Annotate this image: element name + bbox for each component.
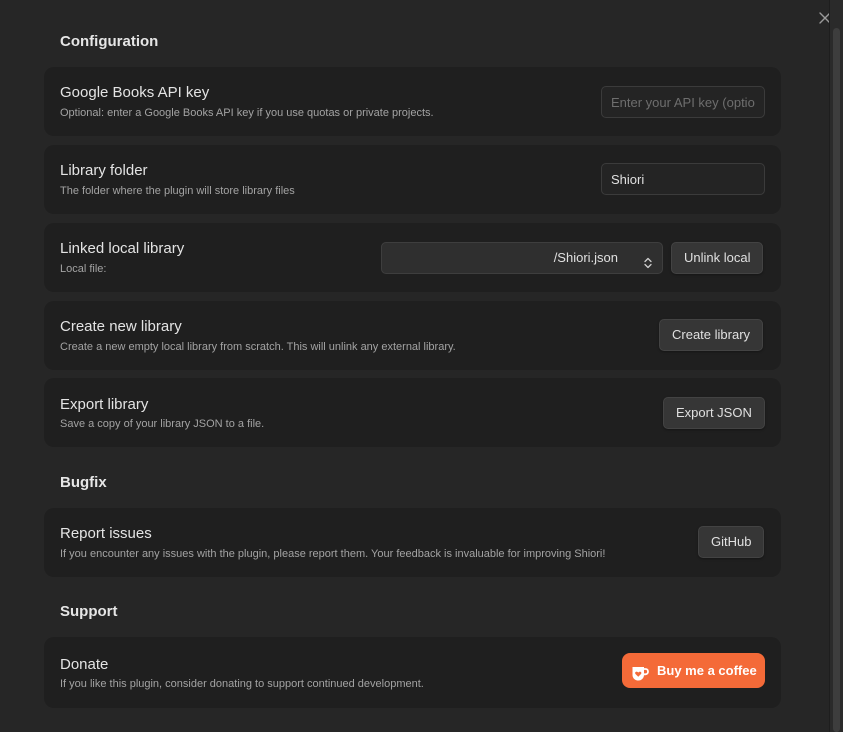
setting-name: Library folder bbox=[60, 162, 148, 179]
linked-library-select[interactable]: /Shiori.json bbox=[381, 242, 663, 274]
coffee-button-label: Buy me a coffee bbox=[657, 663, 757, 678]
setting-api-key: Google Books API key Optional: enter a G… bbox=[44, 67, 781, 136]
select-value: /Shiori.json bbox=[553, 250, 618, 265]
unlink-local-button[interactable]: Unlink local bbox=[671, 242, 764, 274]
setting-report-issues: Report issues If you encounter any issue… bbox=[44, 508, 781, 577]
setting-description: Optional: enter a Google Books API key i… bbox=[60, 107, 434, 119]
setting-name: Report issues bbox=[60, 525, 152, 542]
setting-name: Create new library bbox=[60, 318, 182, 335]
setting-donate: Donate If you like this plugin, consider… bbox=[44, 637, 781, 708]
buy-me-a-coffee-button[interactable]: Buy me a coffee bbox=[622, 653, 765, 688]
create-library-button[interactable]: Create library bbox=[659, 319, 764, 351]
setting-description: If you encounter any issues with the plu… bbox=[60, 548, 606, 560]
api-key-input[interactable] bbox=[601, 86, 765, 118]
settings-page: Configuration Google Books API key Optio… bbox=[0, 0, 843, 732]
setting-name: Export library bbox=[60, 396, 149, 413]
library-folder-input[interactable] bbox=[601, 163, 765, 195]
github-button[interactable]: GitHub bbox=[698, 526, 765, 558]
setting-export-library: Export library Save a copy of your libra… bbox=[44, 378, 781, 447]
scrollbar[interactable] bbox=[829, 0, 843, 732]
section-title-bugfix: Bugfix bbox=[60, 474, 107, 491]
setting-description: Save a copy of your library JSON to a fi… bbox=[60, 418, 265, 430]
section-title-configuration: Configuration bbox=[60, 33, 159, 50]
setting-description: Local file: bbox=[60, 263, 107, 275]
setting-description: If you like this plugin, consider donati… bbox=[60, 678, 424, 690]
setting-description: Create a new empty local library from sc… bbox=[60, 341, 456, 353]
scrollbar-thumb[interactable] bbox=[833, 28, 840, 732]
setting-name: Google Books API key bbox=[60, 84, 210, 101]
setting-library-folder: Library folder The folder where the plug… bbox=[44, 145, 781, 214]
setting-name: Donate bbox=[60, 656, 109, 673]
setting-name: Linked local library bbox=[60, 240, 185, 257]
setting-create-library: Create new library Create a new empty lo… bbox=[44, 301, 781, 370]
export-json-button[interactable]: Export JSON bbox=[663, 397, 765, 429]
section-title-support: Support bbox=[60, 603, 118, 620]
chevron-updown-icon bbox=[642, 251, 654, 281]
setting-linked-library: Linked local library Local file: /Shiori… bbox=[44, 223, 781, 292]
coffee-cup-icon bbox=[630, 661, 650, 696]
setting-description: The folder where the plugin will store l… bbox=[60, 185, 295, 197]
